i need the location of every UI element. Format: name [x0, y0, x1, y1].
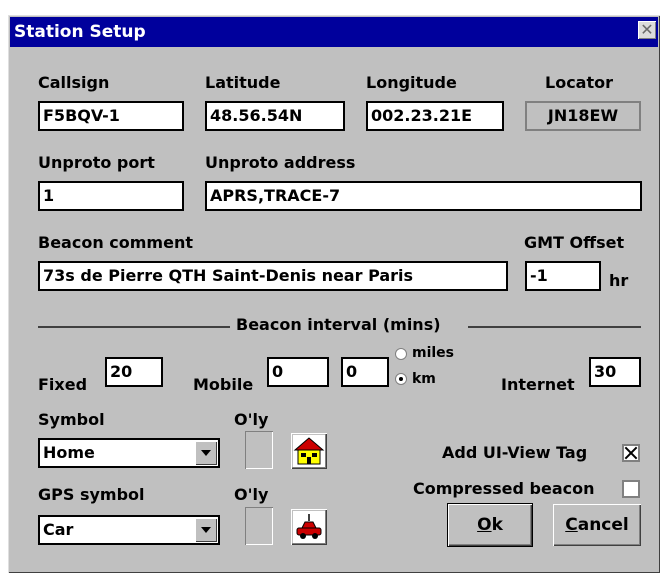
beacon-comment-input[interactable]: 73s de Pierre QTH Saint-Denis near Paris — [38, 261, 508, 291]
cancel-button[interactable]: Cancel — [553, 504, 641, 546]
symbol-select[interactable]: Home — [38, 438, 220, 468]
unproto-address-label: Unproto address — [205, 153, 356, 172]
longitude-label: Longitude — [366, 73, 457, 92]
unproto-address-input[interactable]: APRS,TRACE-7 — [205, 181, 642, 211]
gps-symbol-overlay-label: O'ly — [234, 485, 269, 504]
gps-symbol-overlay-box[interactable] — [245, 507, 273, 545]
beacon-interval-label: Beacon interval (mins) — [236, 315, 441, 334]
window-title: Station Setup — [14, 22, 146, 42]
compressed-beacon-checkbox[interactable] — [622, 480, 640, 498]
locator-label: Locator — [545, 73, 613, 92]
cancel-mnemonic: C — [565, 515, 578, 535]
km-radio[interactable] — [395, 373, 407, 385]
fixed-interval-input[interactable]: 20 — [105, 357, 163, 387]
longitude-input[interactable]: 002.23.21E — [366, 101, 504, 131]
title-bar[interactable]: Station Setup ✕ — [10, 17, 658, 47]
gps-symbol-label: GPS symbol — [38, 485, 145, 504]
fixed-label: Fixed — [38, 375, 88, 394]
symbol-label: Symbol — [38, 410, 105, 429]
gmt-offset-unit: hr — [609, 271, 629, 290]
close-icon[interactable]: ✕ — [638, 21, 656, 39]
latitude-input[interactable]: 48.56.54N — [205, 101, 345, 131]
separator-left — [38, 326, 230, 328]
internet-interval-input[interactable]: 30 — [589, 357, 641, 387]
ok-label: k — [491, 515, 503, 535]
add-uiview-tag-checkbox[interactable] — [622, 444, 640, 462]
gmt-offset-input[interactable]: -1 — [525, 261, 601, 291]
separator-right — [468, 326, 641, 328]
gmt-offset-label: GMT Offset — [524, 233, 625, 252]
car-icon — [293, 511, 325, 543]
symbol-picker-button[interactable] — [291, 433, 327, 469]
unproto-port-input[interactable]: 1 — [38, 181, 184, 211]
beacon-comment-label: Beacon comment — [38, 233, 193, 252]
locator-value: JN18EW — [525, 101, 641, 131]
unproto-port-label: Unproto port — [38, 153, 155, 172]
symbol-select-value: Home — [43, 443, 95, 462]
house-icon — [293, 435, 325, 467]
chevron-down-icon[interactable] — [195, 441, 217, 465]
symbol-overlay-box[interactable] — [245, 431, 273, 469]
add-uiview-tag-label: Add UI-View Tag — [442, 443, 588, 462]
station-setup-dialog: Station Setup ✕ Callsign F5BQV-1 Latitud… — [8, 15, 660, 573]
km-label: km — [412, 371, 436, 387]
callsign-label: Callsign — [38, 73, 110, 92]
internet-label: Internet — [501, 375, 575, 394]
symbol-overlay-label: O'ly — [234, 410, 269, 429]
ok-mnemonic: O — [477, 515, 492, 535]
mobile-interval-input[interactable]: 0 — [267, 357, 329, 387]
gps-symbol-select[interactable]: Car — [38, 515, 220, 545]
compressed-beacon-label: Compressed beacon — [413, 479, 595, 498]
callsign-input[interactable]: F5BQV-1 — [38, 101, 184, 131]
gps-symbol-select-value: Car — [43, 520, 74, 539]
miles-radio[interactable] — [395, 348, 407, 360]
ok-button[interactable]: Ok — [447, 503, 533, 547]
latitude-label: Latitude — [205, 73, 281, 92]
mobile-distance-input[interactable]: 0 — [341, 357, 389, 387]
chevron-down-icon[interactable] — [195, 518, 217, 542]
mobile-label: Mobile — [193, 375, 254, 394]
gps-symbol-picker-button[interactable] — [291, 509, 327, 545]
miles-label: miles — [412, 345, 455, 361]
cancel-label: ancel — [577, 515, 629, 535]
